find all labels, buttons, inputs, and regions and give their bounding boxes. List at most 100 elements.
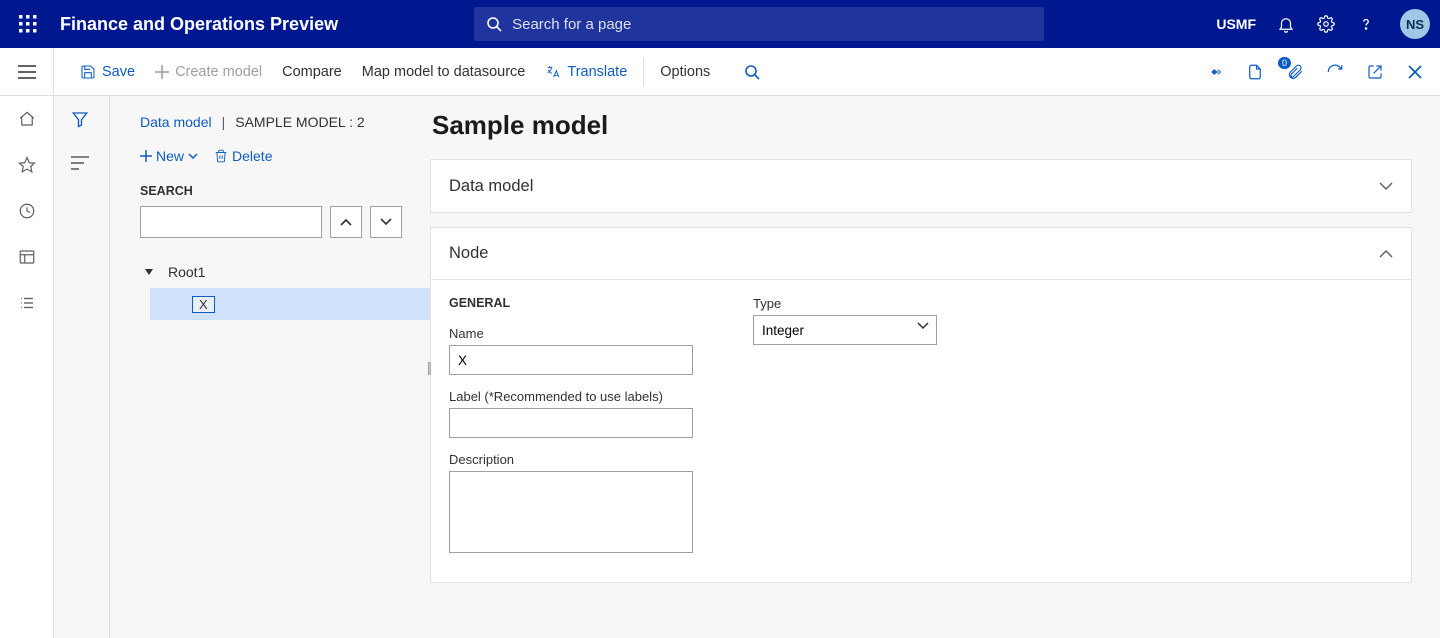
map-model-button[interactable]: Map model to datasource <box>352 48 536 96</box>
filter-rail <box>54 96 110 638</box>
attachments-badge: 0 <box>1278 57 1291 69</box>
separator <box>643 58 644 86</box>
trash-icon <box>214 149 228 163</box>
new-label: New <box>156 148 184 164</box>
sort-lines-icon[interactable] <box>71 156 93 178</box>
tree-pane: Data model | SAMPLE MODEL : 2 New Delete… <box>110 96 430 638</box>
plus-icon <box>140 150 152 162</box>
command-bar-right: 0 <box>1204 61 1430 83</box>
search-next-button[interactable] <box>370 206 402 238</box>
chevron-down-icon <box>1379 182 1393 190</box>
options-button[interactable]: Options <box>650 48 720 96</box>
type-label: Type <box>753 296 937 311</box>
create-model-button: Create model <box>145 48 272 96</box>
breadcrumb: Data model | SAMPLE MODEL : 2 <box>110 106 430 130</box>
diamonds-icon[interactable] <box>1204 61 1226 83</box>
node-tree: Root1 X <box>110 238 430 320</box>
nav-rail <box>0 96 54 638</box>
delete-node-button[interactable]: Delete <box>214 148 272 164</box>
global-search[interactable] <box>474 7 1044 41</box>
company-picker[interactable]: USMF <box>1216 16 1256 32</box>
gear-icon[interactable] <box>1316 14 1336 34</box>
search-label: SEARCH <box>110 168 430 202</box>
translate-button[interactable]: Translate <box>535 48 637 96</box>
type-select-wrap: Integer <box>753 315 937 345</box>
map-model-label: Map model to datasource <box>362 64 526 80</box>
breadcrumb-current: SAMPLE MODEL : 2 <box>235 114 364 130</box>
hamburger-toggle[interactable] <box>0 48 54 96</box>
attachments-icon[interactable]: 0 <box>1284 61 1306 83</box>
workspaces-icon[interactable] <box>16 246 38 268</box>
data-model-section: Data model <box>430 159 1412 213</box>
global-search-input[interactable] <box>512 16 1032 33</box>
tree-search-input[interactable] <box>140 206 322 238</box>
refresh-icon[interactable] <box>1324 61 1346 83</box>
chevron-up-icon <box>1379 250 1393 258</box>
favorites-icon[interactable] <box>16 154 38 176</box>
node-body: GENERAL Name Label (*Recommended to use … <box>431 280 1411 582</box>
new-node-button[interactable]: New <box>140 148 198 164</box>
translate-label: Translate <box>567 64 627 80</box>
type-select[interactable]: Integer <box>753 315 937 345</box>
caret-down-icon[interactable] <box>140 267 158 277</box>
resize-handle[interactable]: || <box>427 359 430 375</box>
tree-toolbar: New Delete <box>110 130 430 168</box>
tree-selected-row[interactable]: X <box>150 288 430 320</box>
description-label: Description <box>449 452 693 467</box>
top-bar: Finance and Operations Preview USMF NS <box>0 0 1440 48</box>
delete-label: Delete <box>232 148 272 164</box>
options-label: Options <box>660 64 710 80</box>
create-model-label: Create model <box>175 64 262 80</box>
breadcrumb-separator: | <box>222 114 226 130</box>
name-input[interactable] <box>449 345 693 375</box>
save-icon <box>80 64 96 80</box>
node-title: Node <box>449 244 488 263</box>
node-header[interactable]: Node <box>431 228 1411 280</box>
command-bar: Save Create model Compare Map model to d… <box>54 48 1440 96</box>
home-icon[interactable] <box>16 108 38 130</box>
help-icon[interactable] <box>1356 14 1376 34</box>
save-label: Save <box>102 64 135 80</box>
bell-icon[interactable] <box>1276 14 1296 34</box>
chevron-down-icon <box>188 153 198 159</box>
workspace: Data model | SAMPLE MODEL : 2 New Delete… <box>0 96 1440 638</box>
close-icon[interactable] <box>1404 61 1426 83</box>
main-pane: Sample model Data model Node GENERAL Nam… <box>430 96 1440 638</box>
app-title: Finance and Operations Preview <box>60 14 338 35</box>
tree-root-row[interactable]: Root1 <box>140 256 430 288</box>
filter-icon[interactable] <box>71 110 93 132</box>
recent-icon[interactable] <box>16 200 38 222</box>
page-info-icon[interactable] <box>1244 61 1266 83</box>
chevron-up-icon <box>340 218 352 226</box>
compare-button[interactable]: Compare <box>272 48 352 96</box>
general-heading: GENERAL <box>449 296 693 310</box>
search-icon <box>486 16 502 32</box>
tree-search-row <box>110 202 430 238</box>
general-column: GENERAL Name Label (*Recommended to use … <box>449 296 693 558</box>
tree-root-label: Root1 <box>158 264 205 280</box>
label-input[interactable] <box>449 408 693 438</box>
command-search-button[interactable] <box>720 48 770 96</box>
tree-child-label: X <box>192 296 215 313</box>
breadcrumb-link[interactable]: Data model <box>140 114 212 130</box>
data-model-header[interactable]: Data model <box>431 160 1411 212</box>
compare-label: Compare <box>282 64 342 80</box>
user-avatar[interactable]: NS <box>1400 9 1430 39</box>
app-launcher-icon[interactable] <box>14 10 42 38</box>
modules-icon[interactable] <box>16 292 38 314</box>
popout-icon[interactable] <box>1364 61 1386 83</box>
chevron-down-icon <box>380 218 392 226</box>
plus-icon <box>155 65 169 79</box>
label-label: Label (*Recommended to use labels) <box>449 389 693 404</box>
name-label: Name <box>449 326 693 341</box>
save-button[interactable]: Save <box>70 48 145 96</box>
node-section: Node GENERAL Name Label (*Recommended to… <box>430 227 1412 583</box>
description-input[interactable] <box>449 471 693 553</box>
data-model-title: Data model <box>449 177 533 196</box>
top-right-controls: USMF NS <box>1216 9 1430 39</box>
type-column: Type Integer <box>753 296 937 558</box>
search-prev-button[interactable] <box>330 206 362 238</box>
translate-icon <box>545 64 561 80</box>
page-title: Sample model <box>430 106 1412 159</box>
search-icon <box>744 64 760 80</box>
